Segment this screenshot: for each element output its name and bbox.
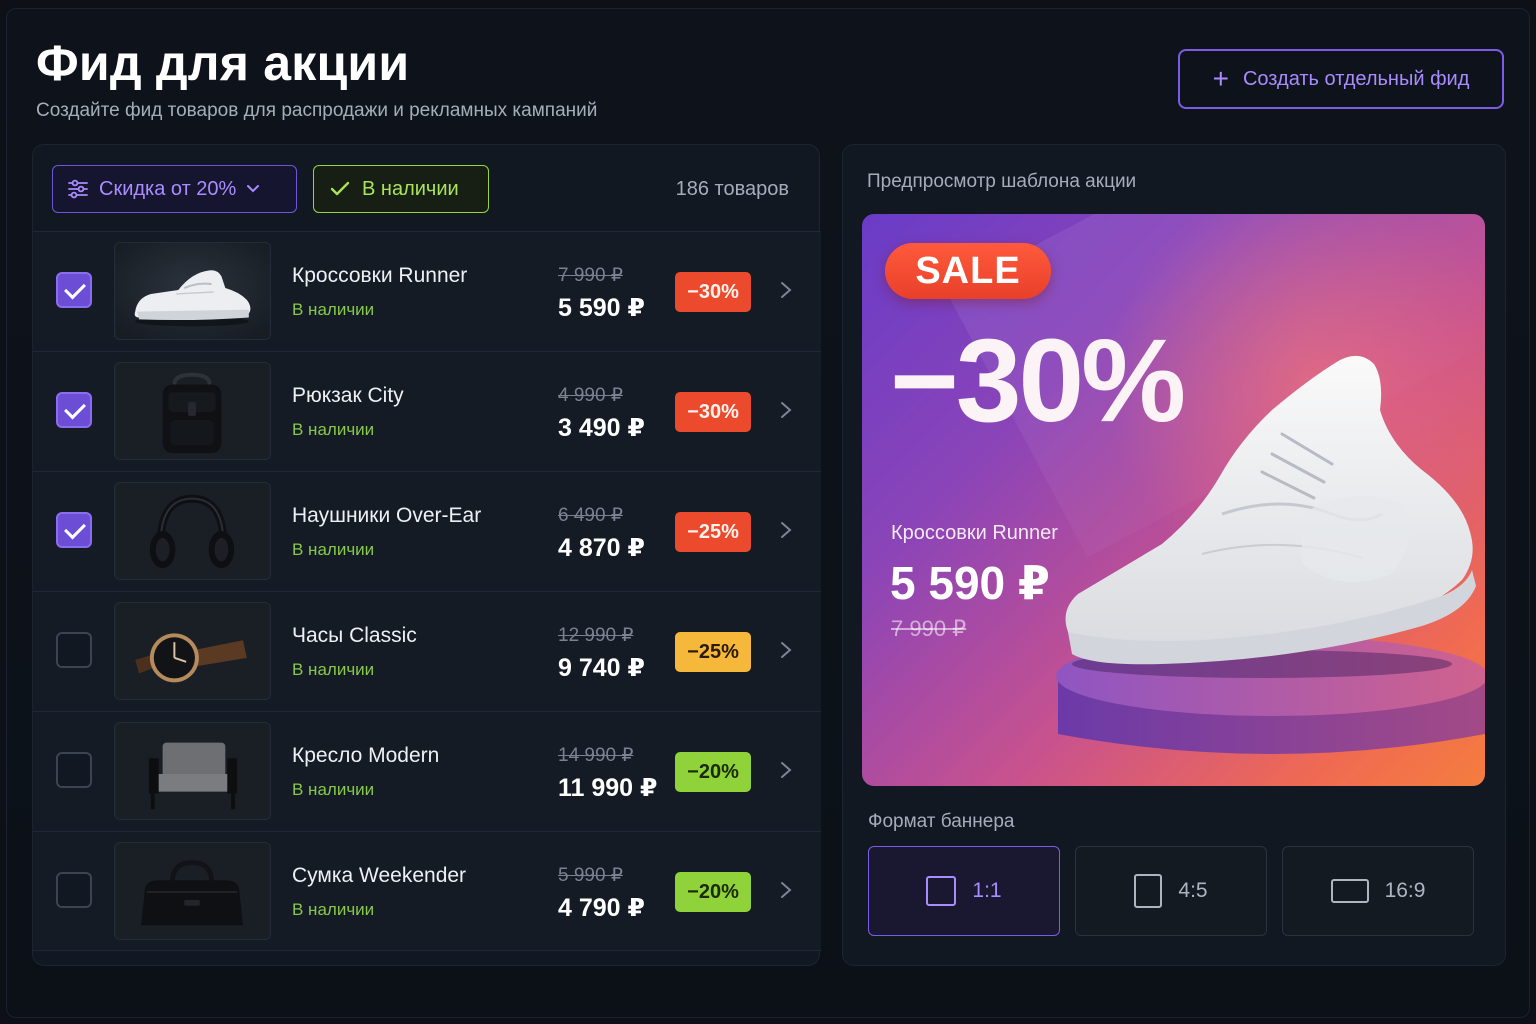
stock-status: В наличии: [292, 540, 375, 559]
format-option-4-5[interactable]: 4:5: [1075, 846, 1267, 936]
chevron-right-icon[interactable]: [779, 876, 793, 904]
old-price: 4 990 ₽: [558, 385, 623, 406]
page-title: Фид для акции: [36, 35, 410, 91]
product-name: Часы Classic: [292, 624, 417, 647]
banner-discount: −30%: [890, 315, 1186, 447]
discount-badge: −20%: [675, 872, 751, 912]
discount-badge: −25%: [675, 512, 751, 552]
old-price: 7 990 ₽: [558, 265, 623, 286]
discount-badge: −30%: [675, 392, 751, 432]
sale-price: 3 490 ₽: [558, 414, 645, 442]
discount-badge: −25%: [675, 632, 751, 672]
landscape-ratio-icon: [1330, 879, 1369, 903]
promo-banner-preview: SALE −30% Кроссовки Runner 5 590 ₽ 7 990…: [862, 214, 1485, 786]
product-count: 186 товаров: [675, 178, 789, 200]
row-checkbox[interactable]: [56, 392, 92, 428]
stock-status: В наличии: [292, 780, 375, 799]
chevron-down-icon: [247, 185, 260, 193]
product-name: Кроссовки Runner: [292, 264, 468, 287]
product-name: Наушники Over-Ear: [292, 504, 482, 527]
chevron-right-icon[interactable]: [779, 756, 793, 784]
table-row[interactable]: Кроссовки Runner В наличии 7 990 ₽ 5 590…: [33, 231, 821, 351]
format-option-label: 1:1: [972, 879, 1002, 902]
old-price: 6 490 ₽: [558, 505, 623, 526]
product-rows: Кроссовки Runner В наличии 7 990 ₽ 5 590…: [33, 231, 821, 951]
sale-price: 5 590 ₽: [558, 294, 645, 322]
format-label: Формат баннера: [868, 811, 1015, 832]
old-price: 5 990 ₽: [558, 865, 623, 886]
square-ratio-icon: [926, 876, 957, 906]
discount-filter[interactable]: Скидка от 20%: [52, 165, 297, 213]
row-checkbox[interactable]: [56, 512, 92, 548]
sale-price: 4 790 ₽: [558, 894, 645, 922]
product-name: Сумка Weekender: [292, 864, 467, 887]
banner-old-price: 7 990 ₽: [891, 616, 967, 641]
plus-icon: +: [1212, 63, 1229, 94]
old-price: 12 990 ₽: [558, 625, 634, 646]
stock-status: В наличии: [292, 900, 375, 919]
stock-status: В наличии: [292, 300, 375, 319]
banner-price: 5 590 ₽: [890, 557, 1050, 609]
table-row[interactable]: Наушники Over-Ear В наличии 6 490 ₽ 4 87…: [33, 471, 821, 591]
check-icon: [330, 181, 350, 196]
in-stock-filter[interactable]: В наличии: [313, 165, 489, 213]
discount-badge: −30%: [675, 272, 751, 312]
duffel-bag-icon: [114, 842, 271, 940]
create-feed-button[interactable]: + Создать отдельный фид: [1178, 49, 1504, 109]
preview-panel: Предпросмотр шаблона акции SALE −30% Кро…: [842, 144, 1506, 966]
headphones-icon: [114, 482, 271, 580]
chevron-right-icon[interactable]: [779, 396, 793, 424]
sale-price: 9 740 ₽: [558, 654, 645, 682]
sale-price: 11 990 ₽: [558, 774, 658, 802]
chevron-right-icon[interactable]: [779, 276, 793, 304]
create-feed-label: Создать отдельный фид: [1242, 67, 1470, 90]
page-subtitle: Создайте фид товаров для распродажи и ре…: [36, 100, 598, 121]
stock-status: В наличии: [292, 420, 375, 439]
table-row[interactable]: Часы Classic В наличии 12 990 ₽ 9 740 ₽ …: [33, 591, 821, 711]
format-option-label: 4:5: [1178, 879, 1208, 902]
chevron-right-icon[interactable]: [779, 636, 793, 664]
table-row[interactable]: Кресло Modern В наличии 14 990 ₽ 11 990 …: [33, 711, 821, 831]
row-checkbox[interactable]: [56, 752, 92, 788]
format-option-16-9[interactable]: 16:9: [1282, 846, 1474, 936]
row-checkbox[interactable]: [56, 272, 92, 308]
backpack-icon: [114, 362, 271, 460]
stock-status: В наличии: [292, 660, 375, 679]
discount-filter-label: Скидка от 20%: [99, 177, 237, 200]
old-price: 14 990 ₽: [558, 745, 634, 766]
format-option-1-1[interactable]: 1:1: [868, 846, 1060, 936]
product-list-panel: Скидка от 20% В наличии 186 товаров Крос…: [32, 144, 821, 966]
in-stock-filter-label: В наличии: [362, 177, 459, 200]
filter-sliders-icon: [68, 179, 88, 199]
table-row[interactable]: Рюкзак City В наличии 4 990 ₽ 3 490 ₽ −3…: [33, 351, 821, 471]
product-name: Рюкзак City: [292, 384, 404, 407]
watch-icon: [114, 602, 271, 700]
chevron-right-icon[interactable]: [779, 516, 793, 544]
row-checkbox[interactable]: [56, 872, 92, 908]
sneaker-icon: [114, 242, 271, 340]
table-row[interactable]: Сумка Weekender В наличии 5 990 ₽ 4 790 …: [33, 831, 821, 951]
discount-badge: −20%: [675, 752, 751, 792]
portrait-ratio-icon: [1134, 874, 1163, 908]
banner-product-name: Кроссовки Runner: [891, 522, 1058, 544]
sale-tag: SALE: [885, 243, 1051, 299]
armchair-icon: [114, 722, 271, 820]
product-name: Кресло Modern: [292, 744, 440, 767]
format-option-label: 16:9: [1384, 879, 1426, 902]
row-checkbox[interactable]: [56, 632, 92, 668]
sneaker-on-podium-image: [1056, 355, 1485, 754]
sale-price: 4 870 ₽: [558, 534, 645, 562]
preview-label: Предпросмотр шаблона акции: [867, 171, 1137, 192]
